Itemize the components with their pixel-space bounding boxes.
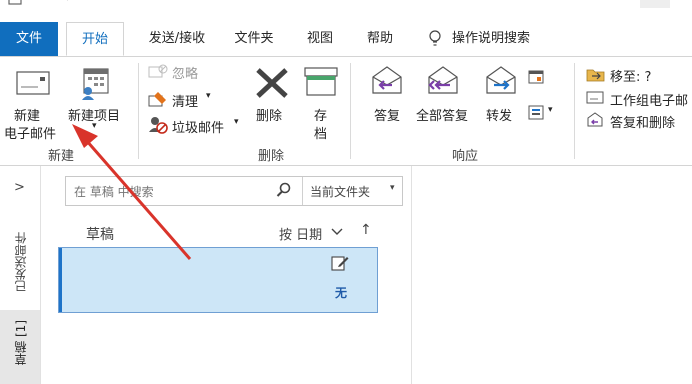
annotation-arrow [72,124,192,260]
